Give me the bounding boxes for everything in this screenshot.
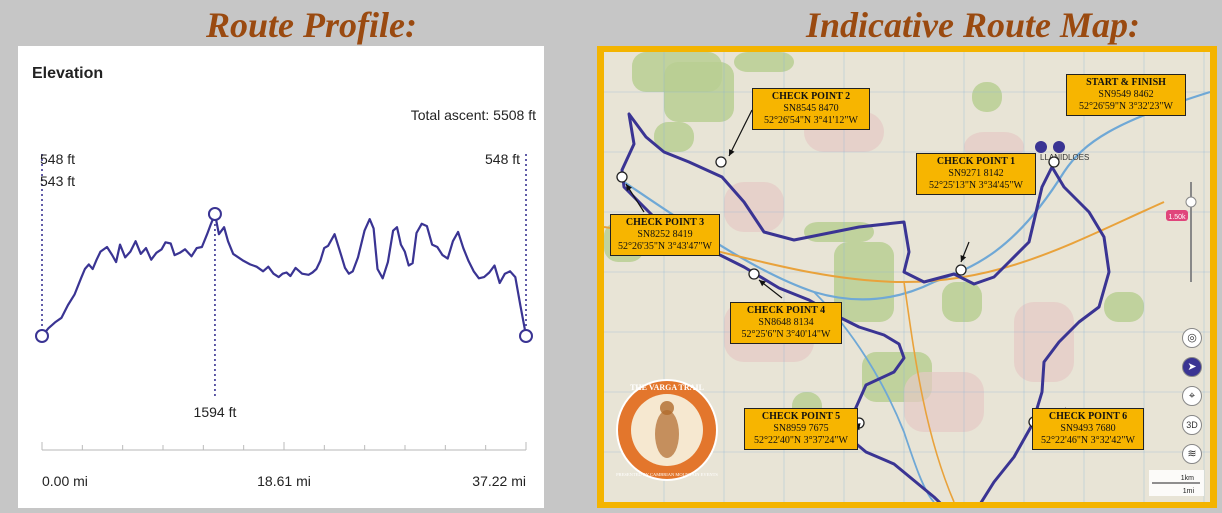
checkpoint-1-marker bbox=[955, 264, 967, 276]
total-ascent-label: Total ascent: 5508 ft bbox=[411, 107, 536, 123]
checkpoint-6-box: CHECK POINT 6 SN9493 7680 52°22'46"N 3°3… bbox=[1032, 408, 1144, 450]
route-map-heading: Indicative Route Map: bbox=[806, 5, 1140, 45]
x-tick-label: 18.61 mi bbox=[257, 473, 311, 489]
scale-km-label: 1km bbox=[1181, 475, 1194, 482]
river bbox=[623, 90, 1210, 301]
checkpoint-1-grid: SN9271 8142 bbox=[948, 168, 1004, 179]
leader-line bbox=[728, 109, 753, 157]
start-finish-coords: 52°26'59"N 3°32'23"W bbox=[1079, 101, 1173, 112]
locate-icon[interactable]: ⌖ bbox=[1182, 386, 1202, 406]
checkpoint-6-grid: SN9493 7680 bbox=[1060, 423, 1116, 434]
checkpoint-5-title: CHECK POINT 5 bbox=[761, 411, 841, 422]
start-min-label: 543 ft bbox=[40, 173, 75, 189]
checkpoint-1-title: CHECK POINT 1 bbox=[936, 156, 1016, 167]
start-finish-grid: SN9549 8462 bbox=[1098, 89, 1154, 100]
checkpoint-3-title: CHECK POINT 3 bbox=[625, 217, 705, 228]
badge-title: THE VARGA TRAIL bbox=[630, 383, 704, 392]
start-point-marker bbox=[35, 329, 49, 343]
checkpoint-2-grid: SN8545 8470 bbox=[783, 103, 839, 114]
x-tick-label: 0.00 mi bbox=[42, 473, 88, 489]
chart-title: Elevation bbox=[32, 65, 103, 82]
checkpoint-3-box: CHECK POINT 3 SN8252 8419 52°26'35"N 3°4… bbox=[610, 214, 720, 256]
finish-pin-icon bbox=[1053, 141, 1065, 153]
checkpoint-4-title: CHECK POINT 4 bbox=[746, 305, 826, 316]
woodland-area bbox=[734, 52, 794, 72]
map-layers-icon[interactable]: ≋ bbox=[1182, 444, 1202, 464]
elevation-chart: Elevation Total ascent: 5508 ft 548 ft 543 … bbox=[32, 65, 536, 489]
scale-mi-label: 1mi bbox=[1183, 488, 1195, 495]
elevation-line bbox=[41, 212, 528, 337]
checkpoint-4-box: CHECK POINT 4 SN8648 8134 52°25'6"N 3°40… bbox=[730, 302, 842, 344]
layers-cycle-icon[interactable]: ◎ bbox=[1182, 328, 1202, 348]
checkpoint-2-box: CHECK POINT 2 SN8545 8470 52°26'54"N 3°4… bbox=[752, 88, 870, 130]
checkpoint-4-coords: 52°25'6"N 3°40'14"W bbox=[741, 329, 831, 340]
checkpoint-2-coords: 52°26'54"N 3°41'12"W bbox=[764, 115, 858, 126]
checkpoint-4-grid: SN8648 8134 bbox=[758, 317, 814, 328]
start-finish-title: START & FINISH bbox=[1086, 77, 1166, 88]
town-label: LLANIDLOES bbox=[1040, 153, 1089, 162]
woodland-area bbox=[942, 282, 982, 322]
start-finish-marker bbox=[1048, 156, 1060, 168]
end-point-marker bbox=[519, 329, 533, 343]
checkpoint-3-coords: 52°26'35"N 3°43'47"W bbox=[618, 241, 712, 252]
route-map[interactable]: LLANIDLOES THE VARGA TRAIL PRESENTED BY CA… bbox=[604, 52, 1210, 502]
start-finish-box: START & FINISH SN9549 8462 52°26'59"N 3°… bbox=[1066, 74, 1186, 116]
checkpoint-5-coords: 52°22'40"N 3°37'24"W bbox=[754, 435, 848, 446]
elevation-profile-panel: Elevation Total ascent: 5508 ft 548 ft 543 … bbox=[18, 46, 544, 508]
max-elevation-label: 1594 ft bbox=[194, 404, 237, 420]
checkpoint-1-coords: 52°25'13"N 3°34'45"W bbox=[929, 180, 1023, 191]
badge-figure-icon bbox=[655, 410, 679, 458]
x-tick-label: 37.22 mi bbox=[472, 473, 526, 489]
max-point-marker bbox=[207, 207, 222, 221]
moorland-area bbox=[904, 372, 984, 432]
badge-subtitle: PRESENTED BY CAMBRIAN MOUNTAIN EVENTS bbox=[616, 472, 718, 477]
view-3d-icon[interactable]: 3D bbox=[1182, 415, 1202, 435]
checkpoint-1-box: CHECK POINT 1 SN9271 8142 52°25'13"N 3°3… bbox=[916, 153, 1036, 195]
route-map-panel: LLANIDLOES THE VARGA TRAIL PRESENTED BY CA… bbox=[597, 46, 1217, 508]
badge-figure-head-icon bbox=[660, 401, 674, 415]
woodland-area bbox=[972, 82, 1002, 112]
checkpoint-3-grid: SN8252 8419 bbox=[637, 229, 693, 240]
route-profile-heading: Route Profile: bbox=[206, 5, 417, 45]
zoom-slider-handle bbox=[1185, 196, 1197, 208]
zoom-level-text: 1.50k bbox=[1168, 214, 1186, 221]
navigation-icon[interactable]: ➤ bbox=[1182, 357, 1202, 377]
start-pin-icon bbox=[1035, 141, 1047, 153]
checkpoint-5-grid: SN8959 7675 bbox=[773, 423, 829, 434]
checkpoint-3-marker bbox=[616, 171, 628, 183]
checkpoint-2-marker bbox=[715, 156, 727, 168]
checkpoint-6-title: CHECK POINT 6 bbox=[1048, 411, 1128, 422]
checkpoint-5-box: CHECK POINT 5 SN8959 7675 52°22'40"N 3°3… bbox=[744, 408, 858, 450]
checkpoint-4-marker bbox=[748, 268, 760, 280]
checkpoint-2-title: CHECK POINT 2 bbox=[771, 91, 851, 102]
checkpoint-6-coords: 52°22'46"N 3°32'42"W bbox=[1041, 435, 1135, 446]
start-elevation-label: 548 ft bbox=[40, 151, 75, 167]
end-elevation-label: 548 ft bbox=[485, 151, 520, 167]
woodland-area bbox=[1104, 292, 1144, 322]
